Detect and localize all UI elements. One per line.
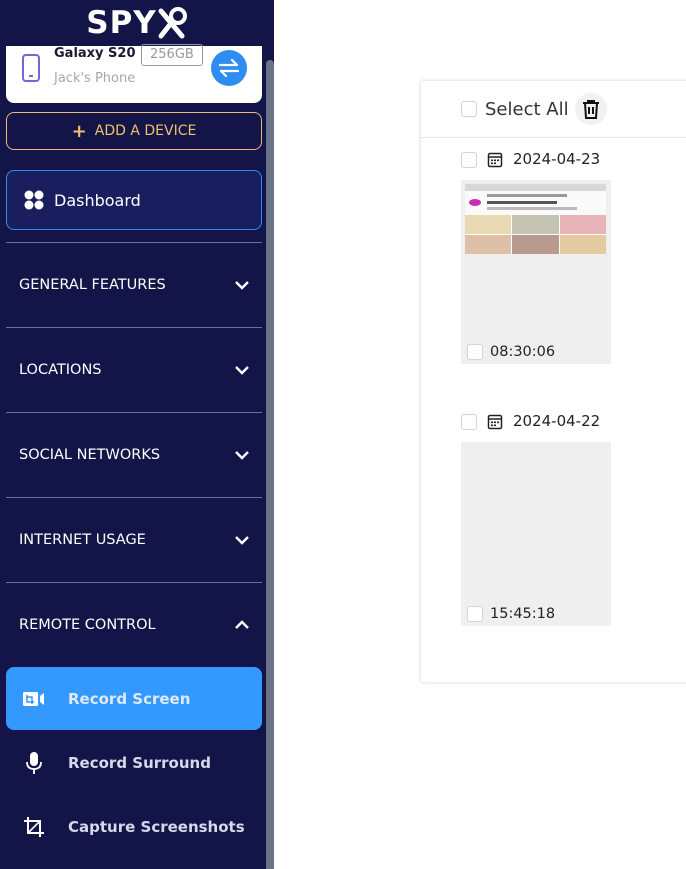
sidebar: SPY Galaxy S20 256GB Jack's Phone + ADD … (0, 0, 274, 869)
section-label: REMOTE CONTROL (19, 617, 156, 633)
recording-thumbnail[interactable]: 15:45:18 (461, 442, 611, 626)
dashboard-grid-icon (24, 190, 44, 210)
section-locations[interactable]: LOCATIONS (6, 328, 262, 412)
section-label: GENERAL FEATURES (19, 277, 166, 293)
section-label: INTERNET USAGE (19, 532, 146, 548)
date-label: 2024-04-23 (513, 150, 601, 168)
phone-icon (22, 54, 40, 82)
chevron-down-icon (235, 281, 249, 290)
sidebar-item-record-surround[interactable]: Record Surround (6, 731, 262, 794)
swap-icon (218, 59, 240, 77)
dashboard-label: Dashboard (54, 190, 141, 210)
device-card[interactable]: Galaxy S20 256GB Jack's Phone (6, 44, 262, 103)
trash-icon (583, 100, 599, 119)
nav-label: Capture Screenshots (68, 817, 245, 836)
switch-device-button[interactable] (211, 50, 247, 86)
recording-thumbnail[interactable]: 08:30:06 (461, 180, 611, 364)
crop-icon (24, 816, 44, 837)
recording-time: 15:45:18 (490, 606, 556, 622)
plus-icon: + (71, 120, 87, 142)
microphone-icon (26, 751, 42, 774)
section-label: LOCATIONS (19, 362, 102, 378)
select-all-label: Select All (485, 99, 569, 120)
chevron-down-icon (235, 451, 249, 460)
recording-checkbox[interactable] (467, 606, 483, 622)
section-label: SOCIAL NETWORKS (19, 447, 161, 463)
recording-checkbox[interactable] (467, 344, 483, 360)
recordings-panel: Select All 2024-04-23 08:30:06 2024-04-2… (421, 81, 686, 682)
add-device-label: ADD A DEVICE (94, 123, 197, 139)
recording-time: 08:30:06 (490, 344, 556, 360)
calendar-icon (487, 152, 503, 168)
panel-header: Select All (421, 81, 686, 138)
sidebar-item-dashboard[interactable]: Dashboard (6, 170, 262, 230)
device-name: Galaxy S20 (54, 46, 136, 61)
date-group-checkbox[interactable] (461, 414, 477, 430)
nav-label: Record Screen (68, 689, 191, 708)
storage-badge: 256GB (141, 44, 203, 66)
chevron-down-icon (235, 536, 249, 545)
chevron-up-icon (235, 620, 249, 629)
add-device-button[interactable]: + ADD A DEVICE (6, 112, 262, 150)
nav-label: Record Surround (68, 753, 211, 772)
logo-text: SPY (86, 5, 157, 41)
screenshot-preview (465, 184, 606, 254)
section-social-networks[interactable]: SOCIAL NETWORKS (6, 413, 262, 497)
section-general-features[interactable]: GENERAL FEATURES (6, 243, 262, 327)
sidebar-scrollbar[interactable] (266, 60, 274, 869)
device-owner: Jack's Phone (54, 71, 136, 86)
chevron-down-icon (235, 366, 249, 375)
section-internet-usage[interactable]: INTERNET USAGE (6, 498, 262, 582)
sidebar-item-record-screen[interactable]: Record Screen (6, 667, 262, 730)
delete-button[interactable] (575, 93, 607, 125)
logo-mark-icon (158, 7, 187, 39)
date-group-checkbox[interactable] (461, 152, 477, 168)
calendar-icon (487, 414, 503, 430)
section-remote-control[interactable]: REMOTE CONTROL (6, 583, 262, 667)
select-all-checkbox[interactable] (461, 101, 477, 117)
date-label: 2024-04-22 (513, 412, 601, 430)
sidebar-item-capture-screenshots[interactable]: Capture Screenshots (6, 795, 262, 858)
logo: SPY (0, 0, 274, 46)
screen-record-icon (23, 691, 44, 706)
